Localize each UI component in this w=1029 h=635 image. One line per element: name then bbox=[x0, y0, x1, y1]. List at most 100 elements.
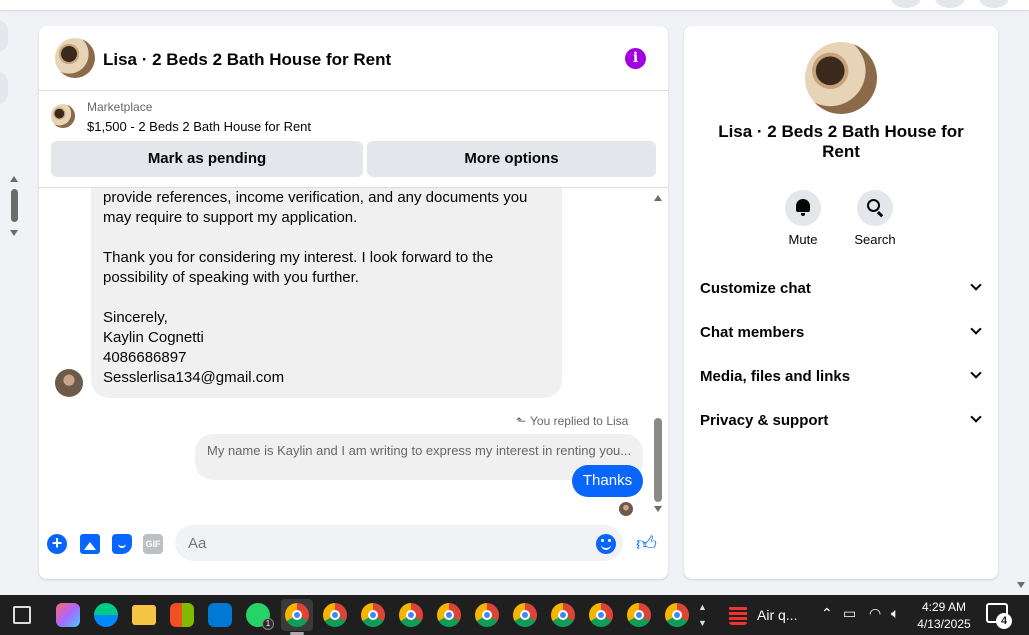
volume-icon[interactable]: 🔈︎ bbox=[891, 605, 899, 622]
weather-label[interactable]: Air q... bbox=[757, 607, 797, 623]
listing-thumbnail[interactable] bbox=[51, 104, 75, 128]
section-label: Privacy & support bbox=[700, 412, 829, 429]
message-scrollbar[interactable] bbox=[651, 190, 665, 518]
weather-icon[interactable] bbox=[729, 605, 747, 625]
chrome-icon[interactable] bbox=[475, 603, 499, 627]
store-icon[interactable] bbox=[170, 603, 194, 627]
edge-icon[interactable] bbox=[94, 603, 118, 627]
search-label: Search bbox=[854, 232, 896, 247]
chat-window: Lisa · 2 Beds 2 Bath House for Rent i Ma… bbox=[39, 26, 668, 579]
chrome-icon[interactable] bbox=[589, 603, 613, 627]
section-media-files-links[interactable]: Media, files and links bbox=[700, 356, 984, 396]
message-list[interactable]: provide references, income verification,… bbox=[39, 187, 668, 519]
section-label: Chat members bbox=[700, 324, 805, 341]
copilot-icon[interactable] bbox=[56, 603, 80, 627]
message-paragraph: provide references, income verification,… bbox=[103, 189, 528, 226]
marketplace-label: Marketplace bbox=[87, 100, 153, 114]
sender-avatar[interactable] bbox=[55, 369, 83, 397]
taskbar-overflow-arrows[interactable]: ▲ ▼ bbox=[698, 599, 707, 631]
file-explorer-icon[interactable] bbox=[132, 605, 156, 625]
chevron-up-icon[interactable]: ⌃ bbox=[821, 605, 833, 622]
mark-as-pending-button[interactable]: Mark as pending bbox=[51, 141, 363, 177]
info-icon[interactable]: i bbox=[625, 48, 646, 69]
section-chat-members[interactable]: Chat members bbox=[700, 312, 984, 352]
section-label: Media, files and links bbox=[700, 368, 851, 385]
search-icon bbox=[867, 199, 880, 212]
scroll-down-icon[interactable] bbox=[654, 506, 662, 512]
gif-icon[interactable]: GIF bbox=[143, 534, 163, 554]
chrome-icon[interactable] bbox=[399, 603, 423, 627]
chevron-down-icon bbox=[970, 367, 982, 379]
scroll-thumb[interactable] bbox=[654, 418, 662, 502]
bell-icon bbox=[796, 199, 810, 216]
section-label: Customize chat bbox=[700, 280, 811, 297]
chrome-icon[interactable] bbox=[513, 603, 537, 627]
panel-title: Lisa · 2 Beds 2 Bath House for Rent bbox=[718, 122, 964, 161]
chat-title[interactable]: Lisa · 2 Beds 2 Bath House for Rent bbox=[103, 50, 391, 70]
reply-label: You replied to Lisa bbox=[530, 414, 629, 428]
clock-date: 4/13/2025 bbox=[917, 617, 971, 631]
battery-icon[interactable]: ▭ bbox=[843, 605, 856, 622]
system-clock[interactable]: 4:29 AM 4/13/2025 bbox=[912, 599, 976, 633]
scroll-up-icon[interactable] bbox=[10, 176, 18, 182]
emoji-icon[interactable] bbox=[596, 534, 616, 554]
photo-icon[interactable] bbox=[80, 534, 100, 554]
search-circle[interactable] bbox=[857, 190, 893, 226]
chevron-down-icon bbox=[970, 411, 982, 423]
chat-header: Lisa · 2 Beds 2 Bath House for Rent i bbox=[39, 26, 668, 91]
chrome-icon[interactable] bbox=[323, 603, 347, 627]
whatsapp-icon[interactable]: 1 bbox=[246, 603, 274, 630]
notification-badge: 4 bbox=[996, 613, 1012, 629]
top-avatar[interactable] bbox=[891, 0, 921, 8]
left-nav-button[interactable] bbox=[0, 20, 8, 52]
left-nav-button[interactable] bbox=[0, 72, 8, 104]
marketplace-banner: Marketplace $1,500 - 2 Beds 2 Bath House… bbox=[39, 92, 668, 187]
top-bar bbox=[0, 0, 1029, 10]
wifi-icon[interactable]: ◠ bbox=[869, 605, 881, 622]
incoming-message-bubble[interactable]: provide references, income verification,… bbox=[91, 188, 562, 398]
left-scrollbar[interactable] bbox=[7, 172, 21, 238]
top-avatar[interactable] bbox=[979, 0, 1009, 8]
more-options-button[interactable]: More options bbox=[367, 141, 656, 177]
task-view-icon[interactable] bbox=[13, 606, 31, 624]
chrome-icon[interactable] bbox=[361, 603, 385, 627]
mute-button[interactable]: Mute bbox=[773, 190, 833, 247]
chrome-icon[interactable] bbox=[627, 603, 651, 627]
section-customize-chat[interactable]: Customize chat bbox=[700, 268, 984, 308]
section-privacy-support[interactable]: Privacy & support bbox=[700, 400, 984, 440]
message-email: Sesslerlisa134@gmail.com bbox=[103, 369, 285, 386]
chrome-icon[interactable] bbox=[437, 603, 461, 627]
mute-label: Mute bbox=[788, 232, 818, 247]
chevron-down-icon bbox=[970, 323, 982, 335]
chat-avatar[interactable] bbox=[55, 38, 95, 78]
outgoing-message-bubble[interactable]: Thanks bbox=[572, 465, 643, 497]
whatsapp-badge: 1 bbox=[262, 618, 274, 630]
mute-circle[interactable] bbox=[785, 190, 821, 226]
reply-icon: ⬑ bbox=[516, 414, 527, 428]
scroll-up-icon[interactable] bbox=[654, 195, 662, 201]
scroll-thumb[interactable] bbox=[11, 189, 18, 222]
outlook-icon[interactable] bbox=[208, 603, 232, 627]
message-composer: + GIF 👍︎ bbox=[39, 519, 668, 579]
chrome-icon[interactable] bbox=[551, 603, 575, 627]
message-phone: 4086686897 bbox=[103, 349, 187, 366]
reply-indicator: ⬑ You replied to Lisa bbox=[516, 414, 628, 428]
like-icon[interactable]: 👍︎ bbox=[636, 534, 657, 554]
top-avatar[interactable] bbox=[935, 0, 965, 8]
message-input[interactable] bbox=[175, 525, 623, 561]
seen-indicator-avatar bbox=[619, 502, 633, 516]
search-button[interactable]: Search bbox=[845, 190, 905, 247]
page-scroll-down-icon[interactable] bbox=[1017, 582, 1025, 588]
listing-title[interactable]: $1,500 - 2 Beds 2 Bath House for Rent bbox=[87, 119, 311, 134]
message-signoff: Sincerely, bbox=[103, 309, 168, 326]
panel-avatar[interactable] bbox=[805, 42, 877, 114]
taskbar: 1 ▲ ▼ Air q... ⌃ ▭ ◠ 🔈︎ 4:29 AM 4/13/2025… bbox=[0, 595, 1029, 635]
chevron-down-icon bbox=[970, 279, 982, 291]
chrome-icon[interactable] bbox=[665, 603, 689, 627]
plus-icon[interactable]: + bbox=[47, 534, 67, 554]
chat-info-panel: Lisa · 2 Beds 2 Bath House for Rent Mute… bbox=[684, 26, 998, 579]
chrome-icon[interactable] bbox=[285, 603, 309, 627]
sticker-icon[interactable] bbox=[112, 534, 132, 554]
scroll-down-icon[interactable] bbox=[10, 230, 18, 236]
clock-time: 4:29 AM bbox=[921, 600, 967, 614]
